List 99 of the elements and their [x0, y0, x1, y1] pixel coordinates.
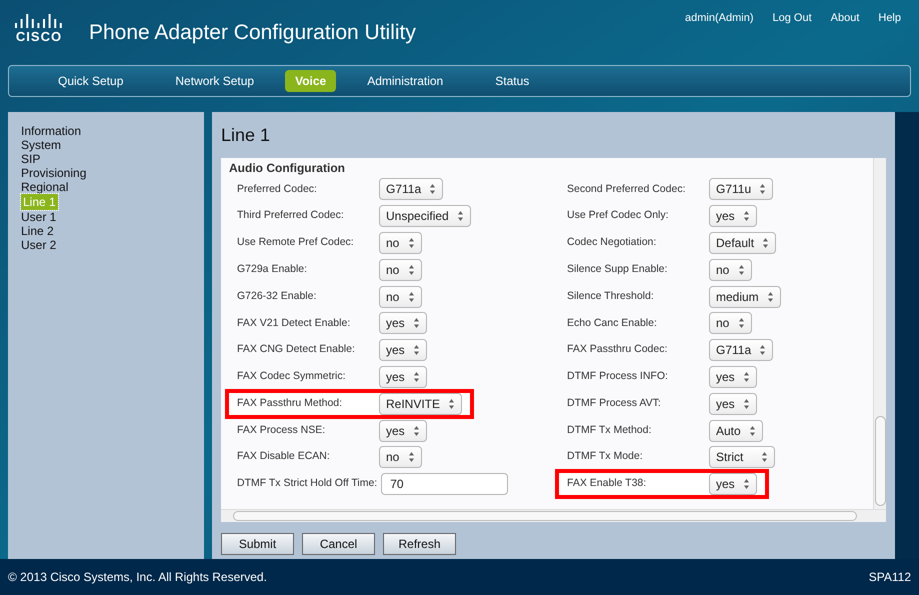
- action-button[interactable]: Cancel: [302, 533, 375, 555]
- spinner-arrows-icon: [412, 344, 420, 356]
- field-label: Third Preferred Codec:: [236, 208, 345, 224]
- select-field[interactable]: G711a: [379, 178, 444, 200]
- field-label: Second Preferred Codec:: [566, 182, 686, 197]
- header-link[interactable]: Help: [878, 10, 901, 26]
- field-label: G726-32 Enable:: [236, 288, 318, 304]
- select-field[interactable]: ReINVITE: [379, 392, 462, 415]
- select-field[interactable]: no: [379, 258, 422, 281]
- select-field[interactable]: medium: [709, 286, 781, 308]
- field-label: FAX CNG Detect Enable:: [236, 342, 356, 358]
- select-field[interactable]: G711a: [709, 339, 774, 362]
- field-label: G729a Enable:: [236, 262, 308, 277]
- copyright-text: © 2013 Cisco Systems, Inc. All Rights Reserved.: [8, 569, 267, 586]
- select-field[interactable]: no: [379, 446, 422, 468]
- spinner-arrows-icon: [412, 424, 420, 437]
- select-field[interactable]: yes: [709, 366, 757, 388]
- sidebar-link[interactable]: Regional: [21, 180, 68, 194]
- app-title: Phone Adapter Configuration Utility: [89, 20, 416, 46]
- select-field[interactable]: yes: [379, 312, 427, 334]
- select-field[interactable]: yes: [379, 339, 427, 362]
- sidebar-link[interactable]: Information: [21, 124, 82, 138]
- field-label: Silence Threshold:: [566, 288, 655, 304]
- horizontal-scrollbar[interactable]: [221, 509, 886, 522]
- field-label: Use Pref Codec Only:: [566, 208, 670, 224]
- header-link[interactable]: Log Out: [772, 10, 812, 26]
- spinner-arrows-icon: [742, 370, 750, 383]
- sidebar-link[interactable]: User 1: [21, 210, 56, 224]
- spinner-arrows-icon: [408, 451, 415, 464]
- select-field[interactable]: no: [709, 258, 752, 281]
- select-field[interactable]: no: [379, 286, 422, 308]
- select-field[interactable]: Unspecified: [379, 205, 471, 228]
- spinner-arrows-icon: [408, 236, 415, 249]
- spinner-arrows-icon: [766, 290, 774, 303]
- spinner-arrows-icon: [748, 424, 756, 437]
- field-label: Use Remote Pref Codec:: [236, 235, 355, 250]
- field-label: DTMF Tx Strict Hold Off Time:: [236, 476, 378, 492]
- nav-tab[interactable]: Administration: [357, 70, 454, 92]
- field-label: FAX Passthru Method:: [236, 396, 344, 411]
- header-link[interactable]: About: [830, 10, 860, 26]
- user-link[interactable]: admin(Admin): [685, 10, 754, 26]
- field-label: Echo Canc Enable:: [566, 316, 658, 330]
- select-field[interactable]: Default: [709, 232, 776, 254]
- field-label: FAX Disable ECAN:: [236, 449, 331, 464]
- field-label: DTMF Tx Method:: [566, 422, 652, 438]
- nav-tab[interactable]: Network Setup: [165, 70, 264, 92]
- spinner-arrows-icon: [429, 183, 436, 196]
- select-field[interactable]: yes: [709, 205, 757, 228]
- field-label: FAX V21 Detect Enable:: [236, 316, 352, 330]
- text-field[interactable]: 70: [381, 473, 508, 496]
- page-title: Line 1: [221, 124, 272, 147]
- field-label: DTMF Process INFO:: [566, 369, 669, 384]
- spinner-arrows-icon: [412, 370, 420, 383]
- field-label: FAX Enable T38:: [566, 476, 648, 492]
- spinner-arrows-icon: [456, 210, 464, 222]
- nav-tab[interactable]: Quick Setup: [48, 70, 134, 92]
- sidebar-link[interactable]: SIP: [21, 152, 40, 166]
- nav-tab[interactable]: Status: [485, 70, 540, 92]
- select-field[interactable]: yes: [379, 420, 427, 442]
- sidebar-link[interactable]: Provisioning: [21, 166, 86, 180]
- spinner-arrows-icon: [408, 264, 415, 276]
- field-label: DTMF Process AVT:: [566, 396, 662, 411]
- logo-bars-icon: [14, 14, 64, 28]
- field-label: Preferred Codec:: [236, 182, 318, 197]
- field-label: FAX Codec Symmetric:: [236, 369, 347, 384]
- select-field[interactable]: Auto: [709, 420, 763, 442]
- select-field[interactable]: no: [709, 312, 752, 334]
- sidebar-link[interactable]: System: [21, 138, 62, 152]
- spinner-arrows-icon: [738, 317, 745, 330]
- spinner-arrows-icon: [448, 398, 456, 410]
- model-name: SPA112: [868, 569, 911, 586]
- field-label: DTMF Tx Mode:: [566, 449, 644, 464]
- select-field[interactable]: Strict: [709, 446, 775, 468]
- action-button[interactable]: Submit: [221, 533, 294, 555]
- spinner-arrows-icon: [408, 290, 415, 303]
- spinner-arrows-icon: [742, 210, 750, 222]
- field-label: FAX Passthru Codec:: [566, 342, 668, 358]
- spinner-arrows-icon: [761, 451, 768, 464]
- spinner-arrows-icon: [742, 478, 750, 490]
- sidebar-link[interactable]: User 2: [21, 238, 56, 252]
- select-field[interactable]: no: [379, 232, 422, 254]
- vertical-scrollbar[interactable]: [873, 158, 886, 509]
- sidebar-link[interactable]: Line 2: [21, 224, 54, 238]
- field-label: Silence Supp Enable:: [566, 262, 668, 277]
- logo-wordmark: CISCO: [16, 30, 62, 44]
- select-field[interactable]: yes: [709, 392, 757, 415]
- field-label: FAX Process NSE:: [236, 422, 326, 438]
- spinner-arrows-icon: [742, 398, 750, 410]
- select-field[interactable]: yes: [709, 473, 757, 496]
- select-field[interactable]: yes: [379, 366, 427, 388]
- spinner-arrows-icon: [759, 344, 766, 356]
- spinner-arrows-icon: [762, 236, 770, 249]
- field-label: Codec Negotiation:: [566, 235, 658, 250]
- spinner-arrows-icon: [759, 183, 766, 196]
- spinner-arrows-icon: [412, 317, 420, 330]
- select-field[interactable]: G711u: [709, 178, 774, 200]
- action-button[interactable]: Refresh: [383, 533, 456, 555]
- section-title: Audio Configuration: [229, 160, 346, 174]
- spinner-arrows-icon: [738, 264, 745, 276]
